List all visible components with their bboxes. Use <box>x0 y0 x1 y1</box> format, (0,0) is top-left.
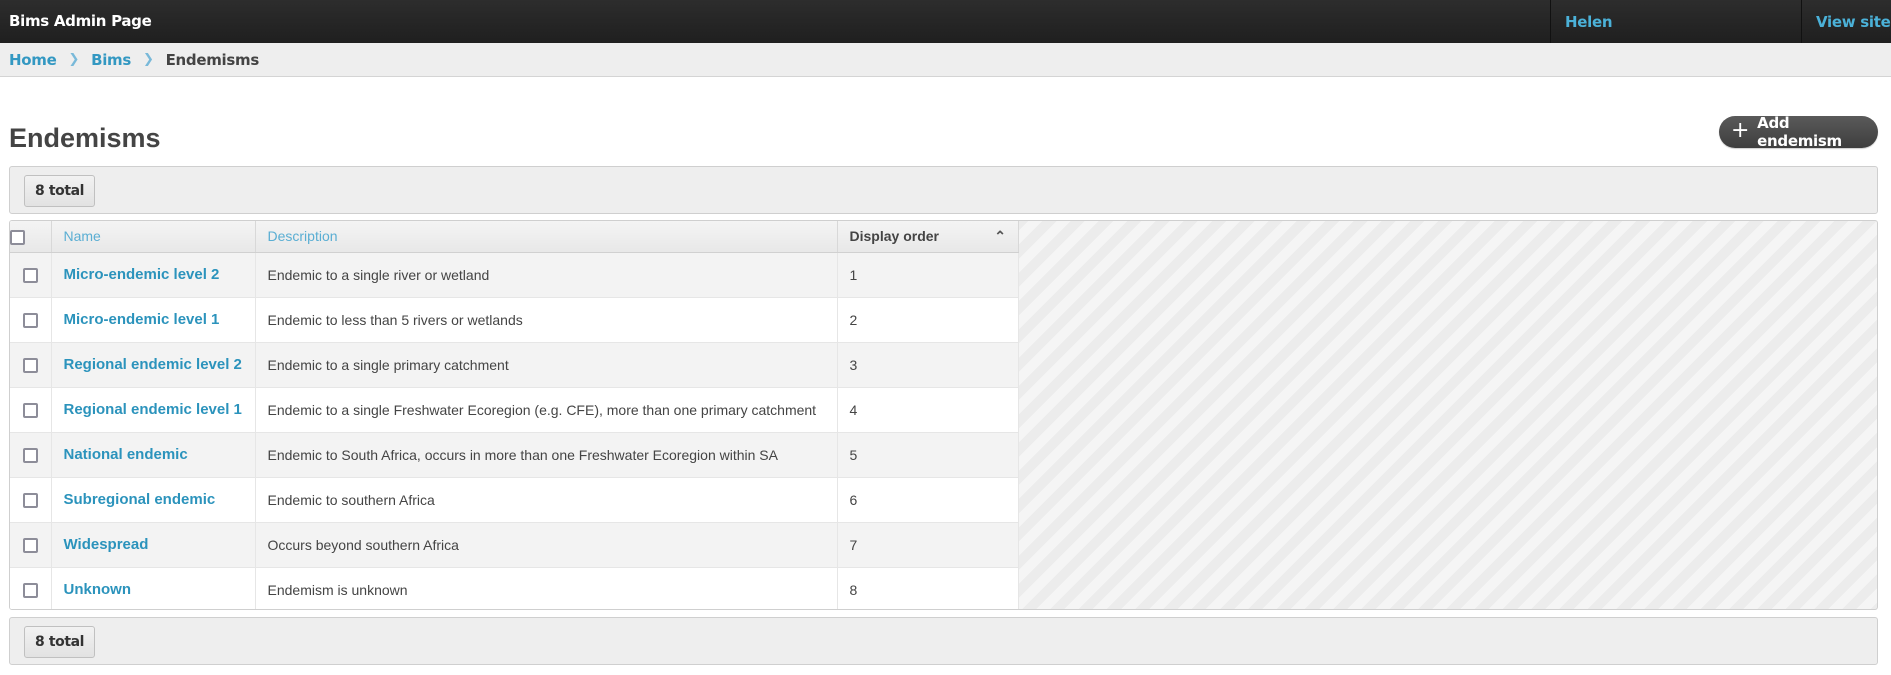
column-header-description[interactable]: Description <box>255 221 838 253</box>
column-header-name[interactable]: Name <box>51 221 256 253</box>
top-header: Bims Admin Page Helen View site <box>0 0 1891 43</box>
row-checkbox[interactable] <box>22 312 38 328</box>
chevron-right-icon: ❯ <box>143 52 154 67</box>
row-select-cell <box>10 567 52 609</box>
results-grid: Name Description Display order ⌃ Micro-e… <box>9 220 1878 610</box>
add-endemism-button[interactable]: + Add endemism <box>1719 114 1878 150</box>
endemism-name-link[interactable]: Micro-endemic level 2 <box>64 266 220 283</box>
display-order-cell: 3 <box>837 342 1019 388</box>
select-all-checkbox[interactable] <box>10 229 25 245</box>
row-checkbox[interactable] <box>22 537 38 553</box>
page-title: Endemisms <box>9 123 161 153</box>
display-order-cell: 5 <box>837 432 1019 478</box>
breadcrumb-bims[interactable]: Bims <box>91 51 131 69</box>
breadcrumb-home[interactable]: Home <box>9 51 57 69</box>
display-order-cell: 4 <box>837 387 1019 433</box>
description-cell: Endemic to a single Freshwater Ecoregion… <box>255 387 838 433</box>
table-row: Widespread Occurs beyond southern Africa… <box>10 522 1019 568</box>
row-checkbox[interactable] <box>22 402 38 418</box>
name-cell: Widespread <box>51 522 256 568</box>
plus-icon: + <box>1731 118 1750 143</box>
total-count-badge: 8 total <box>24 175 96 207</box>
row-select-cell <box>10 342 52 388</box>
table-row: Unknown Endemism is unknown 8 <box>10 567 1019 609</box>
row-checkbox[interactable] <box>22 583 38 599</box>
endemism-name-link[interactable]: Micro-endemic level 1 <box>64 311 220 328</box>
select-all-cell <box>10 221 52 253</box>
total-count-badge: 8 total <box>24 626 96 658</box>
row-checkbox[interactable] <box>22 357 38 373</box>
name-cell: Subregional endemic <box>51 477 256 523</box>
description-cell: Endemic to less than 5 rivers or wetland… <box>255 297 838 343</box>
table-row: Regional endemic level 2 Endemic to a si… <box>10 342 1019 388</box>
bottom-toolbar: 8 total <box>9 617 1878 665</box>
sort-ascending-icon[interactable]: ⌃ <box>994 228 1006 245</box>
table-row: Subregional endemic Endemic to southern … <box>10 477 1019 523</box>
name-cell: National endemic <box>51 432 256 478</box>
display-order-cell: 7 <box>837 522 1019 568</box>
display-order-cell: 6 <box>837 477 1019 523</box>
row-select-cell <box>10 432 52 478</box>
row-checkbox[interactable] <box>22 492 38 508</box>
top-toolbar: 8 total <box>9 166 1878 214</box>
view-site-box[interactable]: View site <box>1801 0 1891 43</box>
display-order-cell: 8 <box>837 567 1019 609</box>
description-cell: Occurs beyond southern Africa <box>255 522 838 568</box>
name-cell: Regional endemic level 1 <box>51 387 256 433</box>
row-select-cell <box>10 297 52 343</box>
view-site-link[interactable]: View site <box>1816 13 1891 31</box>
chevron-right-icon: ❯ <box>68 52 80 67</box>
table-header-row: Name Description Display order ⌃ <box>10 221 1019 253</box>
row-select-cell <box>10 522 52 568</box>
endemism-name-link[interactable]: National endemic <box>64 446 188 463</box>
user-menu[interactable]: Helen <box>1550 0 1801 43</box>
column-header-display-order-label: Display order <box>849 228 939 245</box>
row-checkbox[interactable] <box>22 267 38 283</box>
description-cell: Endemic to South Africa, occurs in more … <box>255 432 838 478</box>
name-cell: Micro-endemic level 1 <box>51 297 256 343</box>
user-link[interactable]: Helen <box>1565 13 1613 31</box>
row-checkbox[interactable] <box>22 447 38 463</box>
row-select-cell <box>10 387 52 433</box>
endemism-name-link[interactable]: Subregional endemic <box>64 491 216 508</box>
endemism-table: Name Description Display order ⌃ Micro-e… <box>10 221 1019 609</box>
description-cell: Endemism is unknown <box>255 567 838 609</box>
table-row: National endemic Endemic to South Africa… <box>10 432 1019 478</box>
description-cell: Endemic to southern Africa <box>255 477 838 523</box>
row-select-cell <box>10 477 52 523</box>
table-row: Regional endemic level 1 Endemic to a si… <box>10 387 1019 433</box>
add-endemism-label: Add endemism <box>1757 114 1842 150</box>
name-cell: Unknown <box>51 567 256 609</box>
column-header-display-order[interactable]: Display order ⌃ <box>837 221 1019 253</box>
endemism-name-link[interactable]: Unknown <box>64 581 132 598</box>
name-cell: Regional endemic level 2 <box>51 342 256 388</box>
description-cell: Endemic to a single river or wetland <box>255 252 838 298</box>
display-order-cell: 1 <box>837 252 1019 298</box>
endemism-name-link[interactable]: Regional endemic level 1 <box>64 401 242 418</box>
name-cell: Micro-endemic level 2 <box>51 252 256 298</box>
breadcrumb: Home ❯ Bims ❯ Endemisms <box>0 43 1891 77</box>
endemism-name-link[interactable]: Regional endemic level 2 <box>64 356 242 373</box>
description-cell: Endemic to a single primary catchment <box>255 342 838 388</box>
row-select-cell <box>10 252 52 298</box>
table-row: Micro-endemic level 2 Endemic to a singl… <box>10 252 1019 298</box>
breadcrumb-current: Endemisms <box>165 50 260 69</box>
site-brand: Bims Admin Page <box>9 12 152 30</box>
display-order-cell: 2 <box>837 297 1019 343</box>
table-row: Micro-endemic level 1 Endemic to less th… <box>10 297 1019 343</box>
endemism-name-link[interactable]: Widespread <box>64 536 149 553</box>
